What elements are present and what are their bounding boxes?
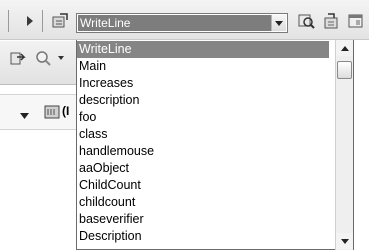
find-icon[interactable] — [296, 11, 316, 31]
method-dropdown-list[interactable]: WriteLine Main Increases description foo… — [76, 40, 354, 250]
search-icon[interactable] — [33, 48, 53, 68]
chevron-down-icon[interactable] — [20, 108, 29, 122]
vertical-scrollbar[interactable] — [335, 40, 353, 250]
editor-area — [0, 131, 80, 250]
top-toolbar: WriteLine — [0, 0, 369, 40]
toolbar-separator — [42, 10, 43, 32]
list-item[interactable]: WriteLine — [77, 41, 329, 58]
scroll-down-icon[interactable] — [336, 233, 353, 249]
list-item[interactable]: Increases — [77, 75, 329, 92]
right-background — [354, 41, 369, 250]
list-item[interactable]: class — [77, 126, 329, 143]
list-item[interactable]: aaObject — [77, 160, 329, 177]
list-item[interactable]: foo — [77, 109, 329, 126]
type-selector-row: (I — [0, 94, 80, 130]
list-item[interactable]: handlemouse — [77, 143, 329, 160]
play-icon[interactable] — [20, 11, 40, 31]
window-icon[interactable] — [346, 11, 366, 31]
method-icon[interactable] — [50, 11, 70, 31]
chevron-down-icon[interactable] — [56, 48, 66, 68]
list-item[interactable]: childcount — [77, 194, 329, 211]
type-selector-label: (I — [62, 104, 70, 118]
list-item[interactable]: Description — [77, 228, 329, 245]
list-item[interactable]: baseverifier — [77, 211, 329, 228]
method-combo-value[interactable]: WriteLine — [78, 15, 271, 31]
properties-icon[interactable] — [321, 11, 341, 31]
scroll-up-icon[interactable] — [336, 40, 353, 56]
toolbar-separator — [8, 10, 9, 32]
scroll-thumb[interactable] — [337, 61, 352, 79]
step-icon[interactable] — [8, 48, 28, 68]
class-icon — [44, 104, 60, 123]
list-item[interactable]: Main — [77, 58, 329, 75]
method-list: WriteLine Main Increases description foo… — [77, 40, 329, 250]
secondary-toolbar — [0, 41, 80, 85]
list-item[interactable]: ChildCount — [77, 177, 329, 194]
list-item[interactable]: description — [77, 92, 329, 109]
chevron-down-icon[interactable] — [271, 15, 286, 31]
method-combo[interactable]: WriteLine — [76, 13, 288, 33]
